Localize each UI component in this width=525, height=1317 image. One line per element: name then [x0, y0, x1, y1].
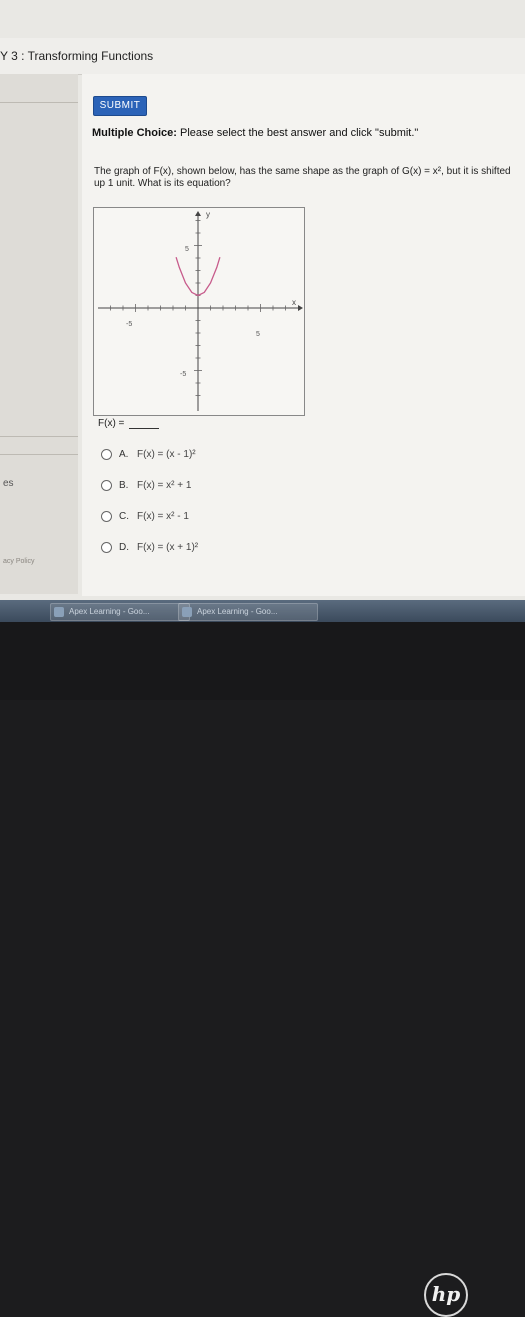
taskbar-item-label: Apex Learning - Goo... — [197, 607, 278, 616]
y-axis-arrow — [195, 211, 201, 216]
x-axis-arrow — [298, 305, 303, 311]
graph-canvas: y x -5 5 5 -5 — [98, 210, 303, 411]
y-tick-label-5: 5 — [185, 246, 189, 253]
taskbar-item-label: Apex Learning - Goo... — [69, 607, 150, 616]
instructions-lead: Multiple Choice: — [92, 127, 177, 139]
browser-screen: Y 3 : Transforming Functions es acy Poli… — [0, 0, 525, 600]
taskbar-item-browser[interactable]: Apex Learning - Goo... — [50, 603, 190, 621]
x-tick-label-neg5: -5 — [126, 321, 132, 328]
question-text: The graph of F(x), shown below, has the … — [94, 166, 511, 189]
y-tick-label-neg5: -5 — [180, 371, 186, 378]
page-title: Y 3 : Transforming Functions — [0, 49, 154, 63]
option-equation: F(x) = x² + 1 — [137, 480, 192, 491]
option-d-radio[interactable] — [101, 542, 112, 553]
option-letter: D. — [119, 542, 129, 553]
browser-icon — [54, 607, 64, 617]
option-b[interactable]: B. F(x) = x² + 1 — [101, 480, 191, 496]
option-c[interactable]: C. F(x) = x² - 1 — [101, 511, 189, 527]
x-axis-label: x — [292, 298, 296, 307]
option-c-radio[interactable] — [101, 511, 112, 522]
option-letter: C. — [119, 511, 129, 522]
option-letter: A. — [119, 449, 129, 460]
option-a-radio[interactable] — [101, 449, 112, 460]
option-equation: F(x) = (x + 1)² — [137, 542, 199, 553]
option-equation: F(x) = x² - 1 — [137, 511, 189, 522]
option-b-radio[interactable] — [101, 480, 112, 491]
taskbar: Apex Learning - Goo... Apex Learning - G… — [0, 600, 525, 622]
y-axis-label: y — [206, 210, 210, 219]
document-icon — [182, 607, 192, 617]
graph-labels: y x -5 5 5 -5 — [126, 210, 296, 378]
submit-button[interactable]: SUBMIT — [93, 96, 147, 116]
answer-blank — [129, 428, 159, 429]
course-title-bar: Y 3 : Transforming Functions — [0, 38, 525, 75]
sidebar-divider — [0, 454, 78, 455]
option-d[interactable]: D. F(x) = (x + 1)² — [101, 542, 198, 558]
laptop-bezel: hp — [0, 622, 525, 1317]
option-letter: B. — [119, 480, 129, 491]
function-graph: y x -5 5 5 -5 — [93, 207, 305, 416]
x-tick-label-5: 5 — [256, 331, 260, 338]
answer-prompt: F(x) = — [98, 418, 125, 429]
privacy-policy-link[interactable]: acy Policy — [3, 558, 35, 565]
option-equation: F(x) = (x - 1)² — [137, 449, 196, 460]
taskbar-item-browser-2[interactable]: Apex Learning - Goo... — [178, 603, 318, 621]
sidebar-divider — [0, 102, 78, 103]
sidebar-divider — [0, 436, 78, 437]
graph-axes — [98, 211, 303, 411]
left-sidebar — [0, 74, 78, 594]
sidebar-label[interactable]: es — [3, 478, 14, 489]
option-a[interactable]: A. F(x) = (x - 1)² — [101, 449, 196, 465]
hp-logo: hp — [424, 1273, 468, 1317]
instructions-text: Please select the best answer and click … — [176, 127, 419, 139]
instructions: Multiple Choice: Please select the best … — [92, 127, 418, 139]
